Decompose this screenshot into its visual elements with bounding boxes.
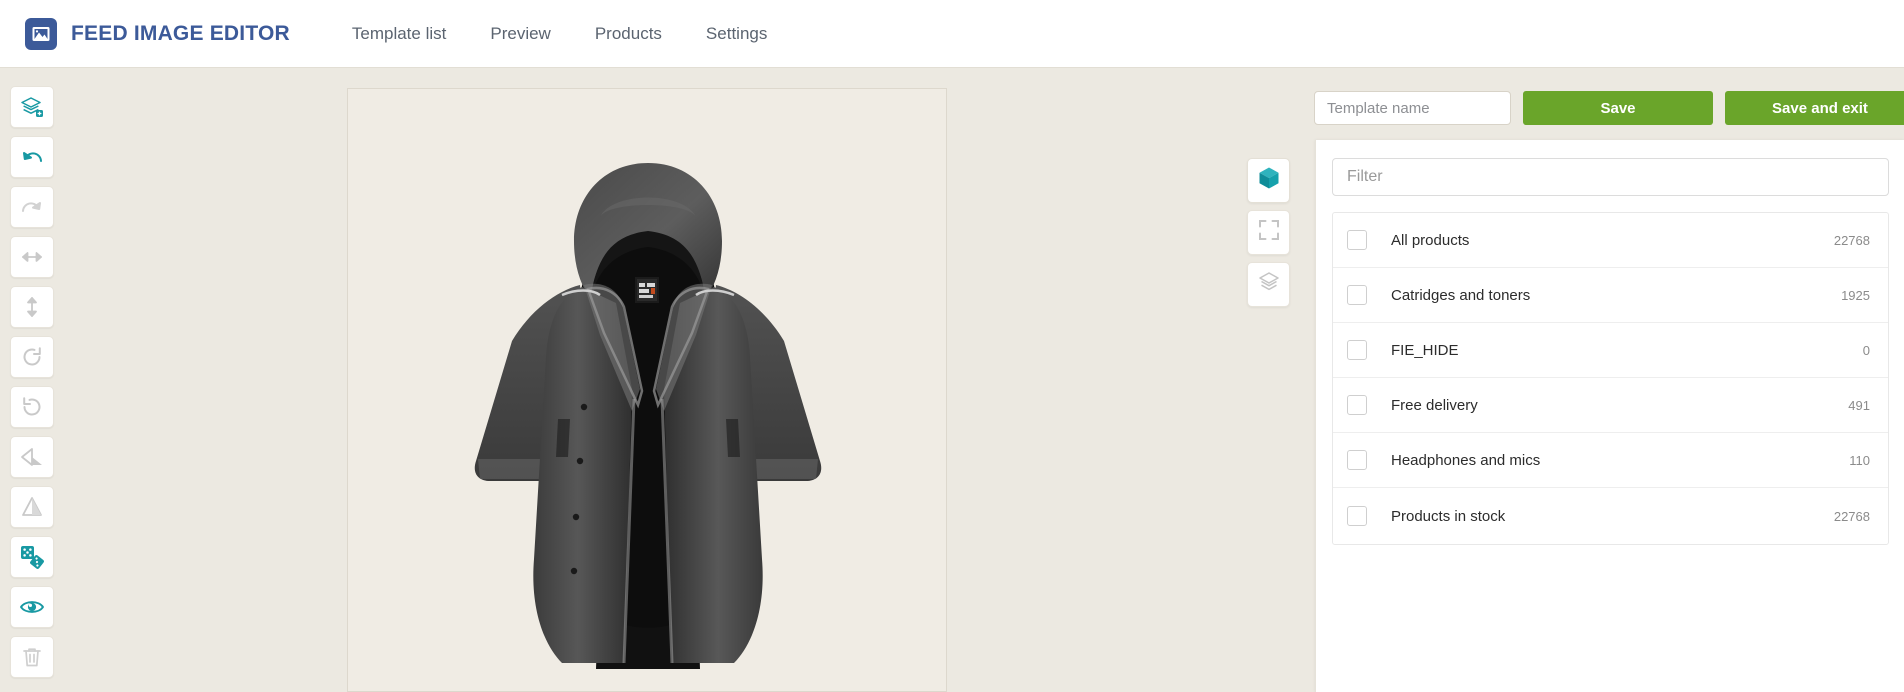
tab-products[interactable] <box>1247 158 1290 203</box>
flip-horizontal-button[interactable] <box>10 436 54 478</box>
fullscreen-icon <box>1258 219 1280 246</box>
rotate-left-icon <box>20 395 44 419</box>
row-label: Free delivery <box>1391 396 1478 414</box>
row-count: 22768 <box>1833 232 1870 248</box>
brand-title: FEED IMAGE EDITOR <box>71 21 290 45</box>
tab-layers[interactable] <box>1247 262 1290 307</box>
top-navbar: FEED IMAGE EDITOR Template list Preview … <box>0 0 1904 68</box>
product-image[interactable] <box>348 89 946 691</box>
row-checkbox[interactable] <box>1347 450 1367 470</box>
brand[interactable]: FEED IMAGE EDITOR <box>25 17 290 50</box>
tab-canvas[interactable] <box>1247 210 1290 255</box>
row-checkbox[interactable] <box>1347 285 1367 305</box>
nav-template-list[interactable]: Template list <box>330 24 468 44</box>
trash-icon <box>20 645 44 669</box>
eye-icon <box>19 595 45 619</box>
list-item[interactable]: Products in stock 22768 <box>1333 488 1888 544</box>
flip-vertical-button[interactable] <box>10 486 54 528</box>
flip-horizontal-icon <box>19 445 45 469</box>
row-checkbox[interactable] <box>1347 506 1367 526</box>
products-panel: All products 22768 Catridges and toners … <box>1315 140 1904 692</box>
preview-eye-button[interactable] <box>10 586 54 628</box>
nav-products[interactable]: Products <box>573 24 684 44</box>
rotate-right-icon <box>20 345 44 369</box>
undo-icon <box>20 145 44 169</box>
dice-icon <box>19 544 45 570</box>
rotate-left-button[interactable] <box>10 386 54 428</box>
list-item[interactable]: Catridges and toners 1925 <box>1333 268 1888 323</box>
delete-button[interactable] <box>10 636 54 678</box>
row-count: 491 <box>1848 397 1870 413</box>
panel-tab-strip <box>1247 158 1290 307</box>
row-label: Headphones and mics <box>1391 451 1541 469</box>
editor-canvas[interactable] <box>347 88 947 692</box>
row-checkbox[interactable] <box>1347 395 1367 415</box>
product-group-list: All products 22768 Catridges and toners … <box>1332 212 1889 545</box>
template-actions: Save Save and exit <box>1314 91 1904 125</box>
list-item[interactable]: Headphones and mics 110 <box>1333 433 1888 488</box>
list-item[interactable]: Free delivery 491 <box>1333 378 1888 433</box>
resize-vertical-icon <box>20 294 44 320</box>
right-pane: Save Save and exit All products 22768 Ca… <box>1287 69 1904 692</box>
dice-button[interactable] <box>10 536 54 578</box>
left-toolbar <box>10 86 54 678</box>
row-label: FIE_HIDE <box>1391 341 1459 359</box>
artboard[interactable] <box>348 89 946 691</box>
row-count: 110 <box>1849 452 1870 468</box>
row-count: 0 <box>1862 342 1870 358</box>
save-button[interactable]: Save <box>1523 91 1713 125</box>
redo-button[interactable] <box>10 186 54 228</box>
filter-input[interactable] <box>1332 158 1889 196</box>
row-checkbox[interactable] <box>1347 340 1367 360</box>
resize-horizontal-button[interactable] <box>10 236 54 278</box>
redo-icon <box>20 195 44 219</box>
image-icon <box>25 17 57 50</box>
undo-button[interactable] <box>10 136 54 178</box>
resize-vertical-button[interactable] <box>10 286 54 328</box>
row-checkbox[interactable] <box>1347 230 1367 250</box>
row-label: Products in stock <box>1391 507 1506 525</box>
row-label: Catridges and toners <box>1391 286 1531 304</box>
add-layer-icon <box>20 95 44 119</box>
nav-links: Template list Preview Products Settings <box>330 24 789 44</box>
row-count: 1925 <box>1841 287 1870 303</box>
nav-settings[interactable]: Settings <box>684 24 789 44</box>
layers-icon <box>1257 270 1281 299</box>
list-item[interactable]: All products 22768 <box>1333 213 1888 268</box>
resize-horizontal-icon <box>19 245 45 269</box>
row-label: All products <box>1391 231 1470 249</box>
nav-preview[interactable]: Preview <box>468 24 572 44</box>
add-layer-button[interactable] <box>10 86 54 128</box>
rotate-right-button[interactable] <box>10 336 54 378</box>
cube-icon <box>1258 166 1280 195</box>
flip-vertical-icon <box>19 495 45 519</box>
row-count: 22768 <box>1833 508 1870 524</box>
list-item[interactable]: FIE_HIDE 0 <box>1333 323 1888 378</box>
save-and-exit-button[interactable]: Save and exit <box>1725 91 1904 125</box>
template-name-input[interactable] <box>1314 91 1511 125</box>
